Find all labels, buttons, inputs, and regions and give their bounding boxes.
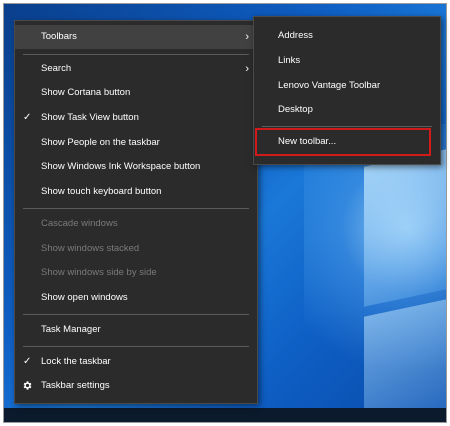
menu-item-show-windows-ink[interactable]: Show Windows Ink Workspace button [15, 155, 257, 179]
menu-item-label: Toolbars [41, 31, 77, 42]
submenu-item-label: Links [278, 55, 301, 66]
taskbar[interactable] [4, 408, 446, 422]
menu-item-label: Show People on the taskbar [41, 137, 160, 148]
chevron-right-icon: › [245, 31, 249, 43]
menu-item-label: Cascade windows [41, 218, 118, 229]
menu-separator [23, 54, 249, 55]
menu-item-cascade-windows: Cascade windows [15, 212, 257, 236]
menu-item-show-task-view-button[interactable]: ✓ Show Task View button [15, 106, 257, 130]
menu-item-label: Show Windows Ink Workspace button [41, 161, 201, 172]
menu-item-show-open-windows[interactable]: Show open windows [15, 286, 257, 310]
menu-item-show-people[interactable]: Show People on the taskbar [15, 131, 257, 155]
menu-item-taskbar-settings[interactable]: Taskbar settings [15, 374, 257, 398]
menu-item-label: Show Cortana button [41, 87, 131, 98]
menu-item-toolbars[interactable]: Toolbars › [15, 25, 257, 49]
menu-separator [23, 346, 249, 347]
menu-item-lock-the-taskbar[interactable]: ✓ Lock the taskbar [15, 350, 257, 374]
submenu-item-label: Lenovo Vantage Toolbar [278, 80, 381, 91]
submenu-item-lenovo-vantage-toolbar[interactable]: Lenovo Vantage Toolbar [254, 74, 440, 98]
menu-item-show-windows-side-by-side: Show windows side by side [15, 261, 257, 285]
checkmark-icon: ✓ [23, 112, 32, 123]
menu-item-label: Show touch keyboard button [41, 186, 162, 197]
submenu-item-desktop[interactable]: Desktop [254, 98, 440, 122]
wallpaper-window-pane [364, 141, 446, 307]
menu-item-show-windows-stacked: Show windows stacked [15, 237, 257, 261]
menu-item-label: Task Manager [41, 324, 101, 335]
menu-item-task-manager[interactable]: Task Manager [15, 318, 257, 342]
checkmark-icon: ✓ [23, 356, 32, 367]
submenu-item-address[interactable]: Address [254, 24, 440, 48]
menu-item-show-touch-keyboard[interactable]: Show touch keyboard button [15, 180, 257, 204]
menu-item-label: Show open windows [41, 292, 128, 303]
menu-separator [23, 208, 249, 209]
taskbar-context-menu: Toolbars › Search › Show Cortana button … [14, 20, 258, 404]
menu-item-label: Show Task View button [41, 112, 139, 123]
submenu-item-links[interactable]: Links [254, 49, 440, 73]
menu-item-label: Lock the taskbar [41, 356, 111, 367]
menu-item-search[interactable]: Search › [15, 57, 257, 81]
menu-item-show-cortana-button[interactable]: Show Cortana button [15, 81, 257, 105]
menu-item-label: Taskbar settings [41, 380, 110, 391]
submenu-item-label: Desktop [278, 104, 313, 115]
gear-icon [23, 381, 32, 390]
submenu-separator [262, 126, 432, 127]
new-toolbar-highlight-box [255, 128, 431, 156]
menu-item-label: Show windows side by side [41, 267, 157, 278]
submenu-item-label: Address [278, 30, 313, 41]
menu-item-label: Search [41, 63, 72, 74]
chevron-right-icon: › [245, 63, 249, 75]
menu-separator [23, 314, 249, 315]
menu-item-label: Show windows stacked [41, 243, 140, 254]
